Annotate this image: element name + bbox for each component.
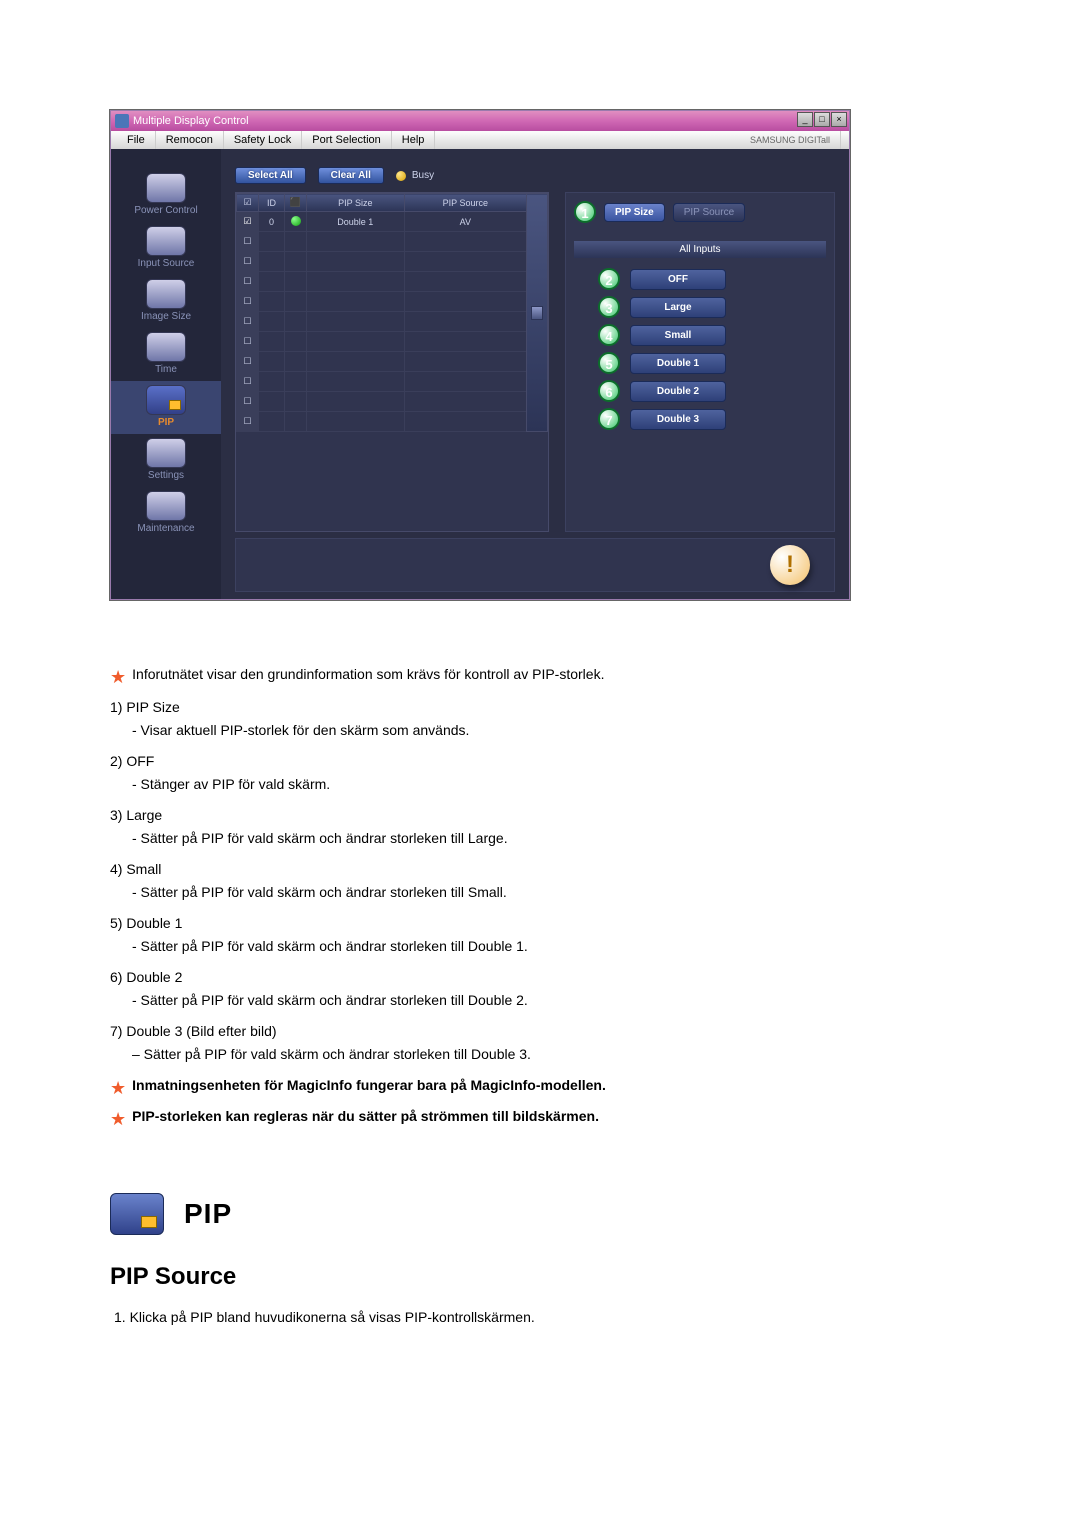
star-icon: ★ bbox=[110, 1075, 126, 1102]
power-icon bbox=[146, 173, 186, 203]
note-2: PIP-storleken kan regleras när du sätter… bbox=[132, 1106, 599, 1133]
sidebar: Power Control Input Source Image Size Ti… bbox=[111, 149, 221, 599]
table-row[interactable]: ☐ bbox=[237, 252, 548, 272]
pip-subheading: PIP Source bbox=[110, 1259, 1020, 1295]
table-row[interactable]: ☐ bbox=[237, 232, 548, 252]
option-small[interactable]: Small bbox=[630, 325, 726, 346]
menu-help[interactable]: Help bbox=[392, 131, 436, 149]
pip-icon bbox=[146, 385, 186, 415]
window-title: Multiple Display Control bbox=[133, 115, 249, 127]
select-all-button[interactable]: Select All bbox=[235, 167, 306, 184]
option-large[interactable]: Large bbox=[630, 297, 726, 318]
clear-all-button[interactable]: Clear All bbox=[318, 167, 384, 184]
table-row[interactable]: ☐ bbox=[237, 352, 548, 372]
numbered-list: 1) PIP Size - Visar aktuell PIP-storlek … bbox=[110, 697, 1020, 1065]
app-window: Multiple Display Control _ □ × File Remo… bbox=[110, 110, 850, 600]
col-pip-source[interactable]: PIP Source bbox=[404, 194, 526, 212]
callout-7: 7 bbox=[598, 408, 620, 430]
option-double3[interactable]: Double 3 bbox=[630, 409, 726, 430]
option-double2[interactable]: Double 2 bbox=[630, 381, 726, 402]
col-status-icon[interactable]: ⬛ bbox=[285, 194, 307, 212]
option-double1[interactable]: Double 1 bbox=[630, 353, 726, 374]
pip-source-instruction: 1. Klicka på PIP bland huvudikonerna så … bbox=[114, 1307, 1020, 1328]
col-checkbox[interactable]: ☑ bbox=[237, 194, 259, 212]
busy-label: Busy bbox=[412, 170, 434, 181]
callout-2: 2 bbox=[598, 268, 620, 290]
window-controls: _ □ × bbox=[797, 112, 847, 127]
settings-icon bbox=[146, 438, 186, 468]
col-pip-size[interactable]: PIP Size bbox=[307, 194, 405, 212]
table-row[interactable]: ☐ bbox=[237, 412, 548, 432]
sidebar-settings[interactable]: Settings bbox=[111, 434, 221, 487]
star-icon: ★ bbox=[110, 1106, 126, 1133]
table-row[interactable]: ☑ 0 Double 1 AV bbox=[237, 212, 548, 232]
status-ok-icon bbox=[291, 216, 301, 226]
time-icon bbox=[146, 332, 186, 362]
table-row[interactable]: ☐ bbox=[237, 292, 548, 312]
option-off[interactable]: OFF bbox=[630, 269, 726, 290]
callout-5: 5 bbox=[598, 352, 620, 374]
menu-port-selection[interactable]: Port Selection bbox=[302, 131, 391, 149]
sidebar-image-size[interactable]: Image Size bbox=[111, 275, 221, 328]
sidebar-time[interactable]: Time bbox=[111, 328, 221, 381]
busy-indicator-icon bbox=[396, 171, 406, 181]
table-row[interactable]: ☐ bbox=[237, 392, 548, 412]
list-item: 4) Small - Sätter på PIP för vald skärm … bbox=[110, 859, 1020, 903]
sidebar-power-control[interactable]: Power Control bbox=[111, 169, 221, 222]
pip-heading: PIP bbox=[184, 1193, 232, 1235]
pip-source-button[interactable]: PIP Source bbox=[673, 203, 745, 222]
list-item: 5) Double 1 - Sätter på PIP för vald skä… bbox=[110, 913, 1020, 957]
menu-file[interactable]: File bbox=[117, 131, 156, 149]
list-item: 2) OFF - Stänger av PIP för vald skärm. bbox=[110, 751, 1020, 795]
toolbar: Select All Clear All Busy bbox=[235, 167, 835, 184]
list-item: 1) PIP Size - Visar aktuell PIP-storlek … bbox=[110, 697, 1020, 741]
sidebar-maintenance[interactable]: Maintenance bbox=[111, 487, 221, 540]
section-all-inputs: All Inputs bbox=[574, 241, 826, 258]
pip-section-icon bbox=[110, 1193, 164, 1235]
list-item: 6) Double 2 - Sätter på PIP för vald skä… bbox=[110, 967, 1020, 1011]
pip-panel: 1 PIP Size PIP Source All Inputs 2 OFF 3… bbox=[565, 192, 835, 532]
menu-bar: File Remocon Safety Lock Port Selection … bbox=[111, 131, 849, 149]
callout-4: 4 bbox=[598, 324, 620, 346]
app-icon bbox=[115, 114, 129, 128]
table-row[interactable]: ☐ bbox=[237, 372, 548, 392]
sidebar-pip[interactable]: PIP bbox=[111, 381, 221, 434]
callout-6: 6 bbox=[598, 380, 620, 402]
sidebar-input-source[interactable]: Input Source bbox=[111, 222, 221, 275]
table-row[interactable]: ☐ bbox=[237, 312, 548, 332]
star-icon: ★ bbox=[110, 664, 126, 691]
status-bar bbox=[235, 538, 835, 592]
menu-remocon[interactable]: Remocon bbox=[156, 131, 224, 149]
title-bar[interactable]: Multiple Display Control _ □ × bbox=[111, 111, 849, 131]
warning-icon bbox=[770, 545, 810, 585]
callout-1: 1 bbox=[574, 201, 596, 223]
brand-label: SAMSUNG DIGITall bbox=[740, 131, 841, 149]
list-item: 7) Double 3 (Bild efter bild) – Sätter p… bbox=[110, 1021, 1020, 1065]
intro-text: Inforutnätet visar den grundinformation … bbox=[132, 664, 604, 691]
table-row[interactable]: ☐ bbox=[237, 272, 548, 292]
col-id[interactable]: ID bbox=[259, 194, 285, 212]
note-1: Inmatningsenheten för MagicInfo fungerar… bbox=[132, 1075, 606, 1102]
maintenance-icon bbox=[146, 491, 186, 521]
minimize-button[interactable]: _ bbox=[797, 112, 813, 127]
maximize-button[interactable]: □ bbox=[814, 112, 830, 127]
image-size-icon bbox=[146, 279, 186, 309]
table-row[interactable]: ☐ bbox=[237, 332, 548, 352]
close-button[interactable]: × bbox=[831, 112, 847, 127]
input-source-icon bbox=[146, 226, 186, 256]
data-table: ☑ ID ⬛ PIP Size PIP Source ☑ 0 bbox=[235, 192, 549, 532]
list-item: 3) Large - Sätter på PIP för vald skärm … bbox=[110, 805, 1020, 849]
pip-size-button[interactable]: PIP Size bbox=[604, 203, 665, 222]
scrollbar[interactable] bbox=[527, 194, 548, 432]
menu-safety-lock[interactable]: Safety Lock bbox=[224, 131, 302, 149]
callout-3: 3 bbox=[598, 296, 620, 318]
